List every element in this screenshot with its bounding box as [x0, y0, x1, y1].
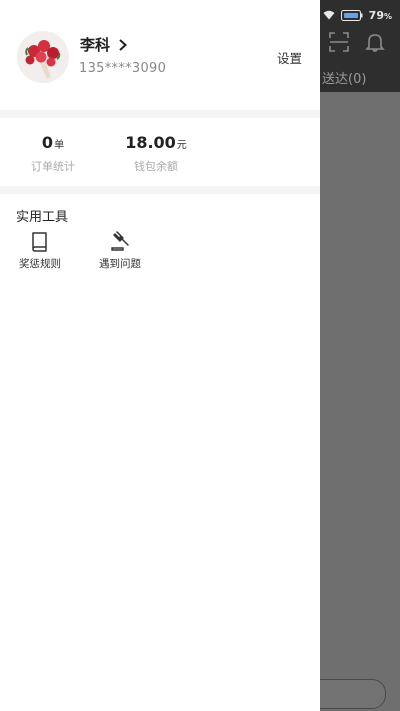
user-name-row[interactable]: 李科	[80, 34, 128, 55]
side-drawer: 李科 135****3090 设置 0单 订单统计 18.00元 钱包余额 实用…	[0, 0, 320, 711]
user-name: 李科	[80, 36, 111, 54]
battery-level: 79%	[368, 8, 392, 22]
section-divider	[0, 186, 320, 194]
tool-report-problem[interactable]: 遇到问题	[90, 230, 150, 271]
book-icon	[32, 232, 47, 252]
gavel-icon	[111, 231, 129, 251]
background-header-icons	[328, 31, 386, 53]
user-phone: 135****3090	[79, 61, 167, 76]
flower-bouquet-icon	[17, 31, 69, 83]
chevron-right-icon	[118, 38, 128, 51]
wifi-icon	[323, 10, 335, 20]
profile-section[interactable]: 李科 135****3090 设置	[0, 0, 320, 110]
tool-reward-penalty-rules[interactable]: 奖惩规则	[10, 230, 70, 271]
screen: 79% 送达(0) 李科 135****3090 设置 0单 订单统计 18.0…	[0, 0, 400, 711]
wallet-balance[interactable]: 18.00元 钱包余额	[96, 132, 216, 174]
background-tab-delivered[interactable]: 送达(0)	[322, 68, 366, 87]
wallet-balance-label: 钱包余额	[134, 160, 178, 173]
wallet-amount: 18.00	[125, 133, 176, 152]
battery-saver-icon	[340, 9, 363, 21]
scan-icon[interactable]	[328, 31, 350, 53]
order-unit: 单	[54, 140, 65, 151]
order-count: 0	[41, 133, 54, 152]
tools-section: 实用工具 奖惩规则 遇到问题	[0, 194, 320, 314]
bell-icon[interactable]	[364, 31, 386, 53]
tools-title: 实用工具	[16, 210, 69, 225]
tool-label: 遇到问题	[99, 258, 141, 270]
tool-label: 奖惩规则	[19, 258, 61, 270]
wallet-unit: 元	[176, 140, 187, 151]
status-bar: 79%	[323, 6, 392, 24]
section-divider	[0, 110, 320, 118]
avatar[interactable]	[17, 31, 69, 83]
stats-section: 0单 订单统计 18.00元 钱包余额	[0, 118, 320, 186]
settings-button[interactable]: 设置	[277, 48, 302, 67]
